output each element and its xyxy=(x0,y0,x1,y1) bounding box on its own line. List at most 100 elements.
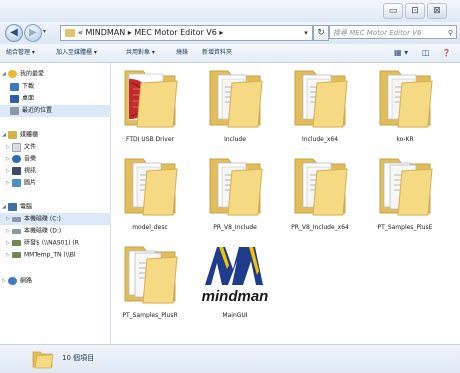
breadcrumb-separator[interactable]: ▸ xyxy=(128,28,132,37)
file-item-label: PT_Samples_PlusE xyxy=(377,224,433,231)
command-bar: 組合管理 ▾ 加入至媒體櫃 ▾ 共用對象 ▾ 燒錄 新增資料夾 ▦ ▾ ◫ ❓ xyxy=(0,44,460,63)
file-item-pt-samples-pluse[interactable]: PT_Samples_PlusE xyxy=(366,153,444,235)
share-with-menu[interactable]: 共用對象 ▾ xyxy=(126,44,155,62)
address-bar-row: ◀ ▶ ▾ « MINDMAN ▸ MEC Motor Editor V6 ▸ … xyxy=(0,22,460,44)
file-item-pt-samples-plusr[interactable]: PT_Samples_PlusR xyxy=(111,241,189,323)
sidebar-item-videos[interactable]: ▷ 視訊 xyxy=(0,165,116,177)
navigation-pane: ◢ 我的最愛 下載 桌面 最近的位置 ◢ 媒體櫃 ▷ 文件 ▷ 音樂 ▷ 視訊 ▷ 圖片 ◢… xyxy=(0,63,120,344)
sidebar-item-libraries[interactable]: ◢ 媒體櫃 xyxy=(0,129,112,141)
folder-icon xyxy=(65,29,75,37)
file-item-ftdi-usb-driver[interactable]: FTDI USB Driver xyxy=(111,65,189,147)
sidebar-item-desktop[interactable]: 桌面 xyxy=(0,93,120,105)
sidebar-item-label: 文件 xyxy=(24,143,37,151)
folder-icon xyxy=(209,158,263,216)
sidebar-item-label: 音樂 xyxy=(24,155,37,163)
folder-icon xyxy=(32,351,54,369)
back-arrow-icon: ◀ xyxy=(10,27,18,38)
sidebar-item-recent-places[interactable]: 最近的位置 xyxy=(0,105,120,117)
folder-icon xyxy=(124,158,178,216)
folder-icon xyxy=(379,158,433,216)
view-options-icon[interactable]: ▦ ▾ xyxy=(394,47,408,59)
close-button[interactable]: ⊠ xyxy=(427,3,447,19)
file-item-ko-kr[interactable]: ko-KR xyxy=(366,65,444,147)
details-pane: 10 個項目 xyxy=(0,344,460,373)
breadcrumb-mec-motor-editor[interactable]: MEC Motor Editor V6 xyxy=(134,28,217,37)
file-item-include[interactable]: Include xyxy=(196,65,274,147)
back-button[interactable]: ◀ xyxy=(5,24,23,42)
sidebar-item-downloads[interactable]: 下載 xyxy=(0,81,120,93)
sidebar-item-computer[interactable]: ◢ 電腦 xyxy=(0,201,112,213)
folder-icon xyxy=(294,158,348,216)
breadcrumb-mindman[interactable]: MINDMAN xyxy=(85,28,125,37)
search-icon[interactable]: ⚲ xyxy=(448,26,453,38)
file-item-pr-v8-include[interactable]: PR_V8_Include xyxy=(196,153,274,235)
help-icon[interactable]: ❓ xyxy=(442,47,451,59)
refresh-icon: ↻ xyxy=(317,28,325,38)
library-icon xyxy=(8,131,17,139)
file-item-pr-v8-include-x64[interactable]: PR_V8_Include_x64 xyxy=(281,153,359,235)
sidebar-item-label: 本機磁碟 (C:) xyxy=(24,215,61,223)
title-bar: ▭ ⊡ ⊠ xyxy=(0,0,460,22)
folder-icon xyxy=(124,246,178,304)
explorer-window: ▭ ⊡ ⊠ ◀ ▶ ▾ « MINDMAN ▸ MEC Motor Editor… xyxy=(0,0,460,373)
drive-d-icon xyxy=(12,228,21,234)
file-item-label: Include xyxy=(224,136,246,143)
sidebar-item-label: 媒體櫃 xyxy=(20,131,39,139)
maximize-button[interactable]: ⊡ xyxy=(405,3,425,19)
drive-c-icon xyxy=(12,216,21,222)
address-breadcrumb[interactable]: « MINDMAN ▸ MEC Motor Editor V6 ▸ xyxy=(60,25,302,41)
file-item-maingui[interactable]: mindman MainGUI xyxy=(196,241,274,323)
forward-arrow-icon: ▶ xyxy=(29,27,37,38)
sidebar-item-favorites[interactable]: ◢ 我的最愛 xyxy=(0,68,112,80)
sidebar-item-documents[interactable]: ▷ 文件 xyxy=(0,141,116,153)
mindman-app-icon: mindman xyxy=(202,247,269,305)
sidebar-item-pictures[interactable]: ▷ 圖片 xyxy=(0,177,116,189)
breadcrumb-overflow[interactable]: « xyxy=(78,28,83,37)
sidebar-item-nas01[interactable]: ▷ 研發$ (\\NAS01) (R xyxy=(0,237,116,249)
sidebar-item-label: MMTemp_TN (\\Bl xyxy=(24,251,76,259)
mindman-logo-text: mindman xyxy=(202,288,269,305)
organize-menu[interactable]: 組合管理 ▾ xyxy=(6,44,35,62)
desktop-icon xyxy=(10,94,19,103)
item-count-text: 10 個項目 xyxy=(62,354,95,362)
network-icon xyxy=(8,277,17,285)
close-icon: ⊠ xyxy=(433,6,441,16)
folder-icon xyxy=(209,70,263,128)
sidebar-item-drive-d[interactable]: ▷ 本機磁碟 (D:) xyxy=(0,225,116,237)
search-input[interactable]: 搜尋 MEC Motor Editor V6 ⚲ xyxy=(329,25,457,39)
computer-icon xyxy=(8,203,17,211)
preview-pane-icon[interactable]: ◫ xyxy=(422,47,430,59)
minimize-icon: ▭ xyxy=(388,6,398,16)
sidebar-item-label: 網路 xyxy=(20,277,33,285)
file-item-model-desc[interactable]: model_desc xyxy=(111,153,189,235)
file-item-label: MainGUI xyxy=(222,312,248,319)
documents-icon xyxy=(12,142,21,152)
file-item-label: PT_Samples_PlusR xyxy=(122,312,178,319)
refresh-button[interactable]: ↻ xyxy=(313,25,329,41)
sidebar-item-music[interactable]: ▷ 音樂 xyxy=(0,153,116,165)
sidebar-item-drive-c[interactable]: ▷ 本機磁碟 (C:) xyxy=(0,213,116,225)
burn-button[interactable]: 燒錄 xyxy=(176,44,188,62)
breadcrumb-separator-end[interactable]: ▸ xyxy=(219,28,223,37)
sidebar-item-label: 電腦 xyxy=(20,203,33,211)
file-item-include-x64[interactable]: Include_x64 xyxy=(281,65,359,147)
address-dropdown-button[interactable]: ▾ xyxy=(300,25,313,41)
include-in-library-menu[interactable]: 加入至媒體櫃 ▾ xyxy=(56,44,97,62)
folder-icon xyxy=(379,70,433,128)
search-placeholder: 搜尋 MEC Motor Editor V6 xyxy=(333,29,422,37)
recent-places-icon xyxy=(10,106,19,115)
file-item-label: PR_V8_Include xyxy=(213,224,257,231)
file-item-label: model_desc xyxy=(132,224,168,231)
maximize-icon: ⊡ xyxy=(411,6,419,16)
new-folder-button[interactable]: 新增資料夾 xyxy=(202,44,232,62)
file-item-label: ko-KR xyxy=(396,136,414,143)
minimize-button[interactable]: ▭ xyxy=(383,3,403,19)
sidebar-item-mmtemp[interactable]: ▷ MMTemp_TN (\\Bl xyxy=(0,249,116,261)
chevron-down-icon: ▾ xyxy=(304,29,308,37)
music-icon xyxy=(12,155,21,163)
sidebar-item-network[interactable]: ▷ 網路 xyxy=(0,275,112,287)
forward-button[interactable]: ▶ xyxy=(24,24,42,42)
pictures-icon xyxy=(12,179,21,187)
download-folder-icon xyxy=(10,82,19,91)
recent-pages-dropdown[interactable]: ▾ xyxy=(43,28,46,35)
